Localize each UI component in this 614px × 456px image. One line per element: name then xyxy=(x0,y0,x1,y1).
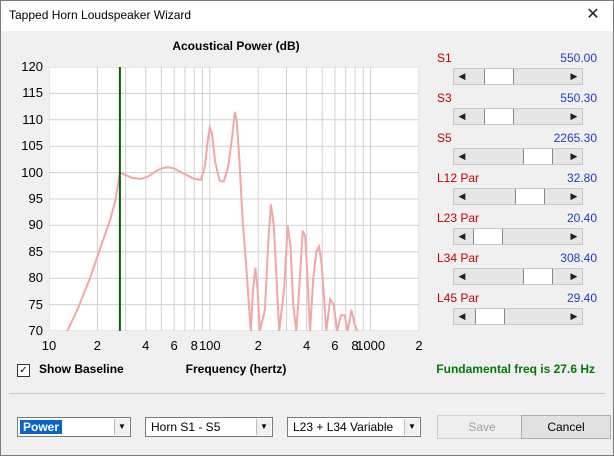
y-tick-label: 115 xyxy=(22,85,43,101)
power-chart xyxy=(49,67,419,331)
scroll-left-icon[interactable]: ◀ xyxy=(454,189,470,204)
slider-thumb[interactable] xyxy=(523,149,554,164)
x-tick-label: 2 xyxy=(415,338,423,353)
show-baseline-label[interactable]: Show Baseline xyxy=(39,362,124,376)
parameter-slider[interactable]: ◀ ▶ xyxy=(453,268,583,285)
x-tick-label: 100 xyxy=(198,338,221,353)
slider-thumb[interactable] xyxy=(472,229,503,244)
slider-value: 2265.30 xyxy=(553,131,597,145)
slider-label: L23 Par xyxy=(437,211,480,225)
parameter-slider[interactable]: ◀ ▶ xyxy=(453,68,583,85)
x-tick-label: 4 xyxy=(142,338,150,353)
x-tick-label: 2 xyxy=(93,338,101,353)
x-tick-label: 4 xyxy=(302,338,311,353)
slider-thumb[interactable] xyxy=(523,269,554,284)
slider-thumb[interactable] xyxy=(483,69,514,84)
variable-dropdown[interactable]: L23 + L34 Variable ▼ xyxy=(287,417,421,437)
scroll-left-icon[interactable]: ◀ xyxy=(454,229,470,244)
slider-thumb[interactable] xyxy=(514,189,545,204)
slider-value: 20.40 xyxy=(566,211,597,225)
title-bar: Tapped Horn Loudspeaker Wizard ✕ xyxy=(1,1,613,31)
scroll-left-icon[interactable]: ◀ xyxy=(454,309,470,324)
y-tick-label: 110 xyxy=(22,111,43,127)
scroll-right-icon[interactable]: ▶ xyxy=(566,229,582,244)
x-axis-label: Frequency (hertz) xyxy=(185,362,287,376)
y-tick-label: 105 xyxy=(21,138,43,154)
y-tick-label: 100 xyxy=(21,164,43,180)
divider xyxy=(9,393,605,394)
fundamental-frequency-text: Fundamental freq is 27.6 Hz xyxy=(436,362,595,376)
scroll-right-icon[interactable]: ▶ xyxy=(566,109,582,124)
show-baseline-checkbox[interactable]: ✓ xyxy=(17,364,30,377)
chevron-down-icon[interactable]: ▼ xyxy=(404,419,419,435)
x-tick-label: 10 xyxy=(41,338,57,353)
mode-dropdown-value: Power xyxy=(20,420,63,434)
parameter-slider[interactable]: ◀ ▶ xyxy=(453,308,583,325)
x-tick-label: 1000 xyxy=(356,338,386,353)
y-tick-label: 85 xyxy=(28,243,43,259)
scroll-right-icon[interactable]: ▶ xyxy=(566,309,582,324)
slider-label: S5 xyxy=(437,131,452,145)
slider-value: 29.40 xyxy=(566,291,597,305)
horn-dropdown-value: Horn S1 - S5 xyxy=(151,420,221,434)
horn-dropdown[interactable]: Horn S1 - S5 ▼ xyxy=(145,417,273,437)
slider-label: L12 Par xyxy=(437,171,480,185)
chevron-down-icon[interactable]: ▼ xyxy=(256,419,271,435)
y-tick-label: 95 xyxy=(28,191,43,206)
chart-title: Acoustical Power (dB) xyxy=(172,39,300,53)
y-tick-label: 90 xyxy=(28,217,43,233)
close-icon[interactable]: ✕ xyxy=(583,5,603,25)
scroll-right-icon[interactable]: ▶ xyxy=(566,269,582,284)
scroll-right-icon[interactable]: ▶ xyxy=(566,69,582,84)
slider-value: 550.00 xyxy=(560,51,597,65)
parameter-slider[interactable]: ◀ ▶ xyxy=(453,148,583,165)
y-tick-label: 120 xyxy=(21,59,43,74)
slider-thumb[interactable] xyxy=(474,309,505,324)
y-tick-label: 75 xyxy=(28,296,43,312)
chevron-down-icon[interactable]: ▼ xyxy=(114,419,129,435)
slider-label: L34 Par xyxy=(437,251,480,265)
slider-value: 32.80 xyxy=(566,171,597,185)
scroll-left-icon[interactable]: ◀ xyxy=(454,69,470,84)
parameter-slider[interactable]: ◀ ▶ xyxy=(453,188,583,205)
parameter-slider[interactable]: ◀ ▶ xyxy=(453,108,583,125)
slider-label: S1 xyxy=(437,51,452,65)
scroll-left-icon[interactable]: ◀ xyxy=(454,109,470,124)
y-tick-label: 80 xyxy=(28,270,43,286)
x-tick-label: 2 xyxy=(254,338,262,353)
window-title: Tapped Horn Loudspeaker Wizard xyxy=(9,8,192,22)
variable-dropdown-value: L23 + L34 Variable xyxy=(293,420,394,434)
scroll-left-icon[interactable]: ◀ xyxy=(454,149,470,164)
wizard-window: Tapped Horn Loudspeaker Wizard ✕ Acousti… xyxy=(0,0,614,456)
y-tick-label: 70 xyxy=(28,323,43,338)
scroll-right-icon[interactable]: ▶ xyxy=(566,149,582,164)
cancel-button[interactable]: Cancel xyxy=(521,415,611,439)
slider-thumb[interactable] xyxy=(483,109,514,124)
scroll-left-icon[interactable]: ◀ xyxy=(454,269,470,284)
slider-value: 308.40 xyxy=(560,251,597,265)
mode-dropdown[interactable]: Power ▼ xyxy=(17,417,131,437)
slider-label: L45 Par xyxy=(437,291,480,305)
slider-value: 550.30 xyxy=(560,91,597,105)
parameter-slider[interactable]: ◀ ▶ xyxy=(453,228,583,245)
save-button[interactable]: Save xyxy=(437,415,527,439)
scroll-right-icon[interactable]: ▶ xyxy=(566,189,582,204)
slider-label: S3 xyxy=(437,91,452,105)
